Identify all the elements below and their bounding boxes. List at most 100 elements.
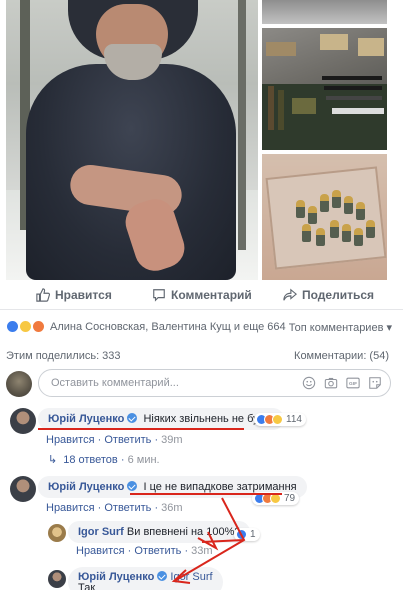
reply-item: Igor Surf Ви впевнені на 100%? 1 Нравитс…: [0, 520, 403, 560]
separator: ·: [154, 502, 159, 514]
photo-box: [320, 34, 348, 50]
photo-rifle: [322, 76, 382, 80]
gif-icon[interactable]: GIF: [346, 376, 360, 390]
photo-box: [358, 38, 384, 56]
like-button-label: Нравится: [55, 288, 112, 302]
comment-time[interactable]: 36m: [161, 502, 182, 514]
comment-author-avatar[interactable]: [10, 408, 36, 434]
reply-mention[interactable]: Igor Surf: [170, 571, 212, 583]
photo-shell: [316, 228, 325, 246]
photo-weapons-table[interactable]: [262, 28, 387, 150]
like-reaction-icon: [236, 529, 247, 540]
view-replies-link[interactable]: ↳ 18 ответов · 6 мин.: [48, 453, 160, 466]
share-count[interactable]: Этим поделились: 333: [6, 350, 121, 362]
replies-count: 18 ответов: [63, 454, 118, 466]
annotation-underline: [130, 493, 282, 495]
reply-author[interactable]: Igor Surf: [78, 526, 124, 538]
reply-author-avatar[interactable]: [48, 524, 66, 542]
reply-time[interactable]: 33m: [191, 545, 212, 557]
separator: ·: [154, 434, 159, 446]
reply-item: Юрій Луценко Igor Surf Так: [0, 566, 403, 590]
comment-item: Юрій Луценко І це не випадкове затриманн…: [0, 472, 403, 522]
reaction-icons[interactable]: [6, 320, 46, 333]
photo-shell: [354, 228, 363, 246]
separator: ·: [127, 545, 132, 557]
annotation-underline: [38, 428, 244, 430]
like-reaction-icon: [6, 320, 19, 333]
photo-crate: [265, 166, 387, 270]
reply-actions: Нравится · Ответить · 33m: [76, 545, 213, 557]
smiley-icon[interactable]: [302, 376, 316, 390]
wow-reaction-icon: [19, 320, 33, 333]
reaction-count: 114: [286, 414, 302, 425]
share-button[interactable]: Поделиться: [283, 288, 374, 302]
thumbs-up-icon: [36, 288, 50, 302]
like-button[interactable]: Нравится: [36, 288, 112, 302]
photo-ammunition-crate[interactable]: [262, 154, 387, 280]
comment-time[interactable]: 39m: [161, 434, 182, 446]
replies-time: 6 мин.: [127, 454, 160, 466]
separator: ·: [184, 545, 189, 557]
reaction-count: 1: [250, 529, 256, 540]
comment-like-link[interactable]: Нравится: [46, 502, 95, 514]
reply-reactions[interactable]: 1: [234, 528, 260, 541]
reactions-summary: Алина Сосновская, Валентина Кущ и еще 66…: [6, 318, 396, 336]
comment-actions: Нравится · Ответить · 36m: [46, 502, 183, 514]
angry-reaction-icon: [32, 320, 46, 333]
page-edge: [389, 0, 403, 283]
comment-author[interactable]: Юрій Луценко: [48, 481, 124, 493]
share-arrow-icon: [283, 288, 297, 301]
separator: ·: [97, 502, 102, 514]
comment-reactions[interactable]: 114: [254, 413, 306, 426]
reply-reply-link[interactable]: Ответить: [134, 545, 181, 557]
speech-bubble-icon: [153, 289, 165, 302]
post-photo-grid: [0, 0, 403, 283]
composer-icons: GIF: [302, 376, 382, 390]
comment-reply-link[interactable]: Ответить: [104, 434, 151, 446]
post-action-bar: Нравится Комментарий Поделиться: [0, 284, 403, 310]
verified-badge-icon: [127, 413, 138, 423]
reply-bubble: Igor Surf Ви впевнені на 100%?: [68, 521, 251, 543]
photo-shell: [302, 224, 311, 242]
comment-author[interactable]: Юрій Луценко: [48, 413, 124, 425]
photo-box: [266, 42, 296, 56]
comment-reply-link[interactable]: Ответить: [104, 502, 151, 514]
comment-composer: Оставить комментарий... GIF: [6, 368, 391, 398]
photo-grenade-launcher: [278, 90, 284, 130]
reply-author-avatar[interactable]: [48, 570, 66, 588]
photo-shell: [296, 200, 305, 218]
sticker-icon[interactable]: [368, 376, 382, 390]
comment-button[interactable]: Комментарий: [152, 288, 252, 302]
photo-grenade-launcher: [268, 86, 274, 130]
separator: ·: [97, 434, 102, 446]
reply-like-link[interactable]: Нравится: [76, 545, 125, 557]
photo-shell: [320, 194, 329, 212]
camera-icon[interactable]: [324, 376, 338, 390]
comment-sort-dropdown[interactable]: Топ комментариев ▾: [289, 321, 392, 334]
separator: ·: [120, 454, 125, 466]
photo-shell: [342, 224, 351, 242]
photo-rifle: [326, 96, 382, 100]
reply-bubble: Юрій Луценко Igor Surf Так: [68, 567, 223, 590]
photo-rifle: [324, 86, 382, 90]
comment-actions: Нравится · Ответить · 39m: [46, 434, 183, 446]
current-user-avatar: [6, 371, 32, 397]
reaction-names[interactable]: Алина Сосновская, Валентина Кущ и еще 66…: [50, 321, 286, 333]
comment-bubble: Юрій Луценко Ніяких звільнень не буде.: [38, 408, 284, 430]
comment-like-link[interactable]: Нравится: [46, 434, 95, 446]
reply-text: Ви впевнені на 100%?: [126, 526, 241, 538]
photo-shell: [332, 190, 341, 208]
photo-shell: [344, 196, 353, 214]
photo-shell: [330, 220, 339, 238]
photo-top-thumbnail[interactable]: [262, 0, 387, 24]
photo-tree: [238, 0, 246, 250]
main-photo-man-in-jacket[interactable]: [6, 0, 258, 280]
comment-input[interactable]: Оставить комментарий... GIF: [38, 369, 391, 397]
comment-author-avatar[interactable]: [10, 476, 36, 502]
reaction-count: 79: [284, 493, 296, 504]
svg-text:GIF: GIF: [349, 381, 357, 387]
photo-shell: [356, 202, 365, 220]
photo-shell: [366, 220, 375, 238]
comment-input-placeholder: Оставить комментарий...: [51, 377, 179, 389]
photo-package: [332, 108, 384, 114]
